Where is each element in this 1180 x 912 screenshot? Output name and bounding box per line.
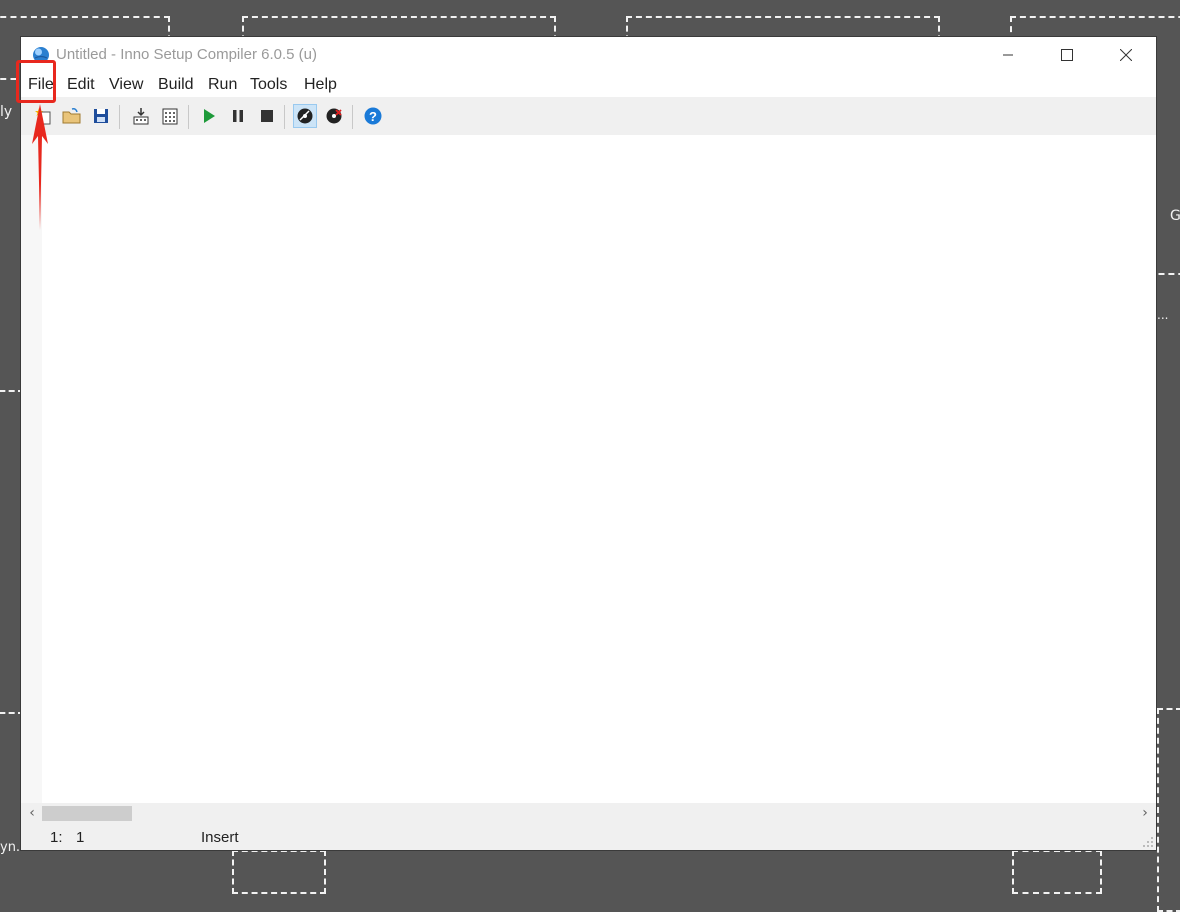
desktop-box	[1012, 850, 1102, 894]
editor-gutter	[21, 135, 42, 803]
scrollbar-thumb[interactable]	[42, 806, 132, 821]
status-column: 1	[76, 829, 85, 846]
stop-compile-icon	[162, 108, 178, 125]
annotation-arrow-icon	[32, 104, 48, 230]
menu-view[interactable]: View	[109, 76, 143, 94]
resize-grip-icon[interactable]	[1142, 836, 1154, 848]
help-button[interactable]: ?	[362, 105, 384, 127]
run-button[interactable]	[198, 105, 220, 127]
desktop-box	[1157, 708, 1180, 912]
app-window: Untitled - Inno Setup Compiler 6.0.5 (u)…	[21, 37, 1156, 850]
minimize-icon	[1003, 54, 1013, 56]
desktop-fragment: ly	[0, 104, 13, 120]
scroll-right-icon[interactable]: ›	[1136, 804, 1154, 822]
open-folder-icon	[62, 108, 81, 124]
horizontal-scrollbar[interactable]: ‹ ›	[21, 803, 1156, 823]
stop-icon	[261, 110, 273, 122]
desktop-fragment: G	[1170, 208, 1180, 224]
target-uninstall-button[interactable]	[323, 105, 345, 127]
compile-button[interactable]	[130, 105, 152, 127]
save-icon	[94, 109, 108, 123]
run-icon	[204, 109, 215, 123]
maximize-icon	[1061, 49, 1073, 61]
compile-icon	[133, 108, 149, 125]
desktop-fragment: ...	[1157, 308, 1169, 322]
toolbar: ?	[21, 97, 1156, 135]
target-setup-icon	[297, 108, 313, 124]
title-bar[interactable]: Untitled - Inno Setup Compiler 6.0.5 (u)	[21, 37, 1156, 73]
toolbar-separator	[188, 105, 189, 129]
pause-button[interactable]	[227, 105, 249, 127]
target-setup-button[interactable]	[293, 104, 317, 128]
status-mode: Insert	[201, 829, 239, 846]
stop-compile-button[interactable]	[159, 105, 181, 127]
minimize-button[interactable]	[979, 37, 1037, 73]
toolbar-separator	[284, 105, 285, 129]
window-title: Untitled - Inno Setup Compiler 6.0.5 (u)	[56, 46, 317, 63]
menu-help[interactable]: Help	[304, 76, 337, 94]
stop-button[interactable]	[256, 105, 278, 127]
scroll-left-icon[interactable]: ‹	[23, 804, 41, 822]
menu-run[interactable]: Run	[208, 76, 237, 94]
status-bar: 1: 1 Insert	[21, 823, 1156, 850]
svg-text:?: ?	[369, 109, 377, 124]
file-menu-highlight	[16, 60, 56, 103]
status-line: 1:	[50, 829, 63, 846]
menu-build[interactable]: Build	[158, 76, 194, 94]
desktop-box	[232, 850, 326, 894]
pause-icon	[233, 110, 243, 122]
menu-tools[interactable]: Tools	[250, 76, 287, 94]
save-button[interactable]	[90, 105, 112, 127]
close-icon	[1120, 49, 1132, 61]
target-uninstall-icon	[326, 108, 342, 124]
toolbar-separator	[119, 105, 120, 129]
script-editor[interactable]	[21, 135, 1156, 803]
toolbar-separator	[352, 105, 353, 129]
close-button[interactable]	[1097, 37, 1155, 73]
maximize-button[interactable]	[1038, 37, 1096, 73]
menu-bar: File Edit View Build Run Tools Help	[21, 73, 1156, 97]
help-icon: ?	[364, 107, 382, 125]
open-button[interactable]	[61, 105, 83, 127]
menu-edit[interactable]: Edit	[67, 76, 95, 94]
